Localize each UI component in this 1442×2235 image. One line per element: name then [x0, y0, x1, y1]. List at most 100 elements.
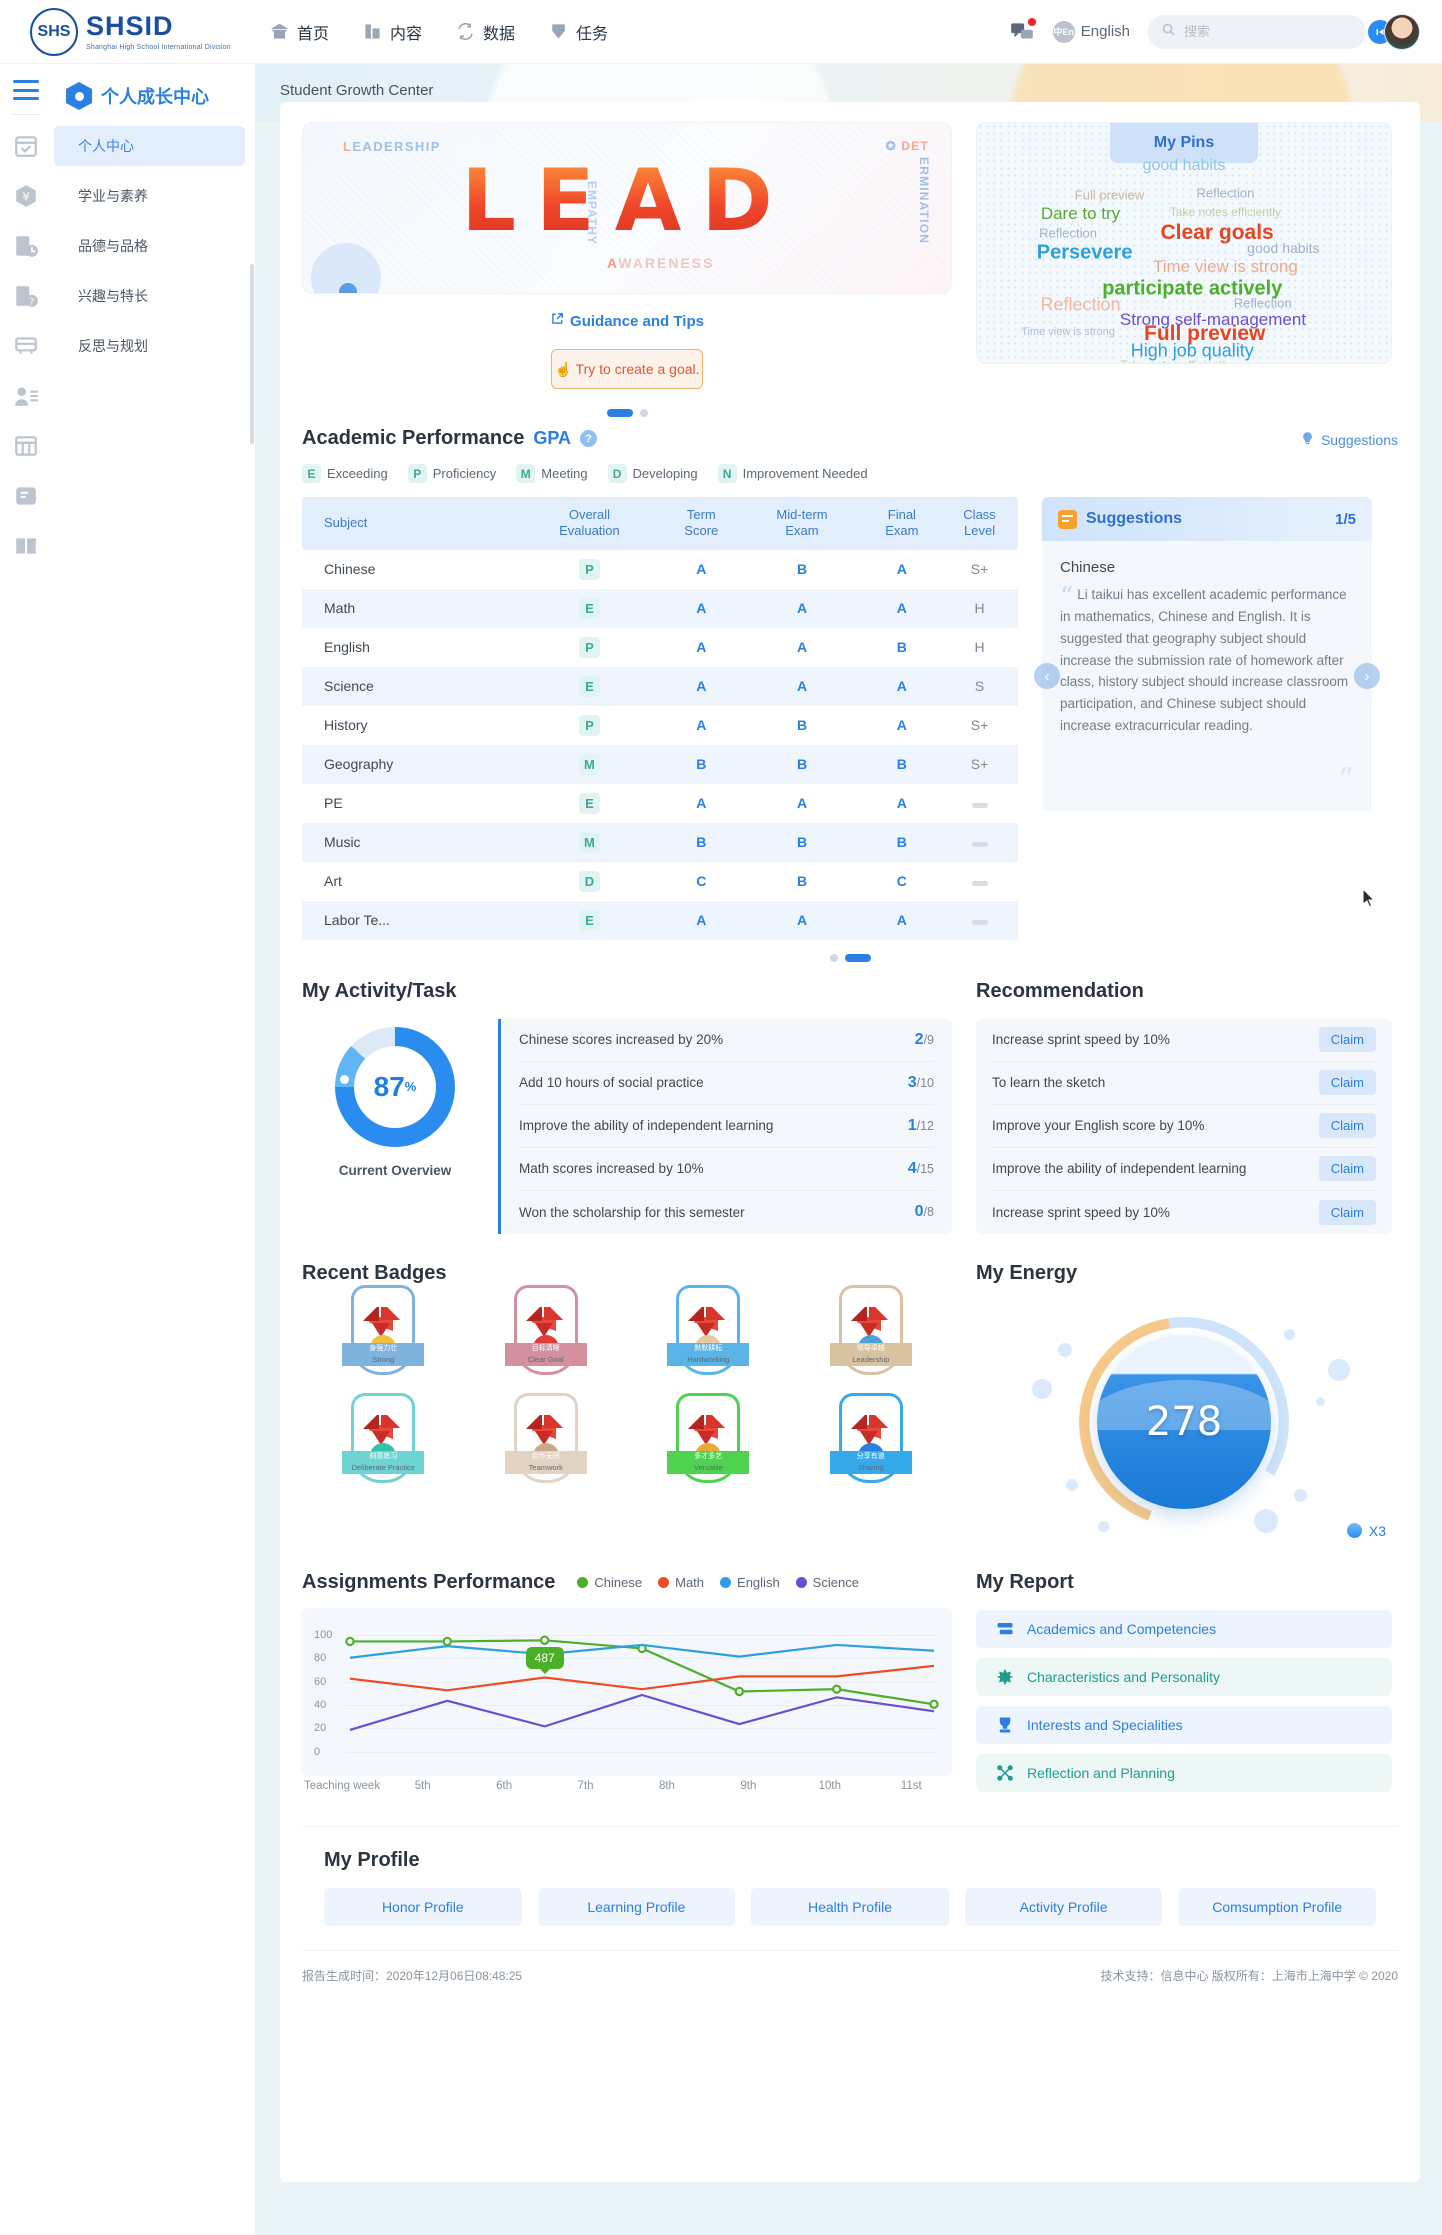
col-subject[interactable]: Subject: [302, 497, 518, 550]
nav-item-home[interactable]: 首页: [270, 20, 329, 44]
message-icon[interactable]: [1009, 17, 1036, 45]
task-row[interactable]: Math scores increased by 10% 4/15: [519, 1148, 934, 1191]
table-row[interactable]: Labor Te... E A A A: [302, 900, 1018, 940]
pin-word[interactable]: Reflection: [1234, 296, 1292, 311]
brand-logo[interactable]: SHS SHSID Shanghai High School Internati…: [30, 7, 260, 56]
nav-item-data[interactable]: 数据: [456, 20, 515, 44]
profile-button[interactable]: Activity Profile: [964, 1887, 1163, 1926]
table-row[interactable]: Chinese P A B A S+: [302, 550, 1018, 589]
table-row[interactable]: Math E A A A H: [302, 588, 1018, 628]
pin-word[interactable]: Time view is strong: [1021, 326, 1115, 338]
edit-doc-icon[interactable]: [11, 481, 41, 511]
badge-item[interactable]: 默默耕耘 Hardworking: [627, 1284, 790, 1399]
claim-button[interactable]: Claim: [1318, 1070, 1376, 1095]
sidebar-item-interests[interactable]: 兴趣与特长: [54, 276, 245, 316]
chart-legend-item[interactable]: Science: [795, 1575, 859, 1590]
table-icon[interactable]: [11, 431, 41, 461]
report-time-icon[interactable]: [11, 231, 41, 261]
suggestions-link[interactable]: Suggestions: [1300, 431, 1398, 449]
lead-banner[interactable]: LEADERSHIP ✪ DET ERMINATION EMPATHY LEAD…: [302, 122, 952, 294]
table-row[interactable]: English P A A B H: [302, 628, 1018, 667]
sidebar-item-personal-center[interactable]: 个人中心: [54, 126, 245, 166]
report-item-reflection[interactable]: Reflection and Planning: [976, 1753, 1392, 1792]
chart-data-point[interactable]: [929, 1699, 939, 1709]
question-icon[interactable]: ?: [580, 430, 597, 447]
chart-data-point[interactable]: [734, 1686, 745, 1696]
chart-legend-item[interactable]: Chinese: [577, 1575, 642, 1590]
claim-button[interactable]: Claim: [1318, 1199, 1376, 1225]
finance-icon[interactable]: ¥: [11, 181, 41, 211]
table-row[interactable]: Science E A A A S: [302, 666, 1018, 706]
badge-item[interactable]: 身强力壮 Strong: [302, 1284, 465, 1399]
user-list-icon[interactable]: [11, 381, 41, 411]
task-row[interactable]: Add 10 hours of social practice 3/10: [519, 1062, 934, 1105]
search-input[interactable]: [1184, 24, 1360, 39]
pin-word[interactable]: Reflection: [1039, 226, 1097, 241]
sidebar-item-academics[interactable]: 学业与素养: [54, 176, 245, 216]
suggestion-next-button[interactable]: ›: [1354, 663, 1380, 689]
col-overall[interactable]: Overall Evaluation: [517, 497, 662, 550]
pin-word[interactable]: Take notes efficiently: [1120, 358, 1231, 363]
assignments-line-chart[interactable]: 100 80 60 40 20 0 487: [302, 1607, 952, 1776]
calendar-check-icon[interactable]: [11, 131, 41, 161]
create-goal-button[interactable]: ☝ Try to create a goal.: [551, 349, 703, 389]
profile-button[interactable]: Comsumption Profile: [1178, 1887, 1376, 1926]
task-row[interactable]: Won the scholarship for this semester 0/8: [519, 1191, 934, 1234]
profile-button[interactable]: Learning Profile: [537, 1887, 736, 1926]
report-item-characteristics[interactable]: Characteristics and Personality: [976, 1657, 1392, 1696]
pin-word[interactable]: Take notes efficiently: [1170, 205, 1281, 219]
chart-legend-item[interactable]: English: [720, 1575, 780, 1590]
pin-word[interactable]: Reflection: [1196, 185, 1254, 200]
nav-item-content[interactable]: 内容: [363, 20, 422, 44]
badge-item[interactable]: 刻意练习 Deliberate Practice: [302, 1392, 465, 1507]
hero-dot-2[interactable]: [639, 409, 648, 417]
pin-word[interactable]: Dare to try: [1041, 204, 1120, 224]
badge-item[interactable]: 合作无间 Teamwork: [465, 1392, 628, 1507]
suggestion-prev-button[interactable]: ‹: [1034, 663, 1060, 689]
chart-data-point[interactable]: [442, 1636, 453, 1646]
sidebar-item-character[interactable]: 品德与品格: [54, 226, 245, 266]
bus-icon[interactable]: [11, 331, 41, 361]
chart-data-point[interactable]: [831, 1683, 842, 1694]
col-mid[interactable]: Mid-term Exam: [741, 497, 863, 550]
chart-data-point[interactable]: [345, 1636, 355, 1646]
guidance-and-tips-link[interactable]: Guidance and Tips: [550, 313, 704, 330]
task-row[interactable]: Chinese scores increased by 20% 2/9: [519, 1019, 934, 1062]
sidebar-item-reflection[interactable]: 反思与规划: [54, 326, 245, 366]
academic-dot-1[interactable]: [829, 953, 838, 962]
chart-legend-item[interactable]: Math: [658, 1575, 704, 1590]
academic-dot-2[interactable]: [844, 953, 871, 962]
table-row[interactable]: Art D C B C: [302, 862, 1018, 901]
pin-word[interactable]: good habits: [1247, 240, 1319, 256]
nav-item-task[interactable]: 任务: [549, 20, 608, 44]
chart-data-point[interactable]: [539, 1635, 550, 1645]
report-help-icon[interactable]: ?: [11, 281, 41, 311]
col-term[interactable]: Term Score: [661, 497, 742, 550]
hamburger-icon[interactable]: [13, 80, 39, 100]
task-row[interactable]: Improve the ability of independent learn…: [519, 1105, 934, 1148]
table-row[interactable]: Music M B B B: [302, 822, 1018, 862]
sidebar-scrollbar[interactable]: [250, 264, 254, 444]
energy-ball[interactable]: 278: [1097, 1334, 1271, 1509]
table-row[interactable]: History P A B A S+: [302, 706, 1018, 745]
pin-word[interactable]: good habits: [1143, 157, 1226, 175]
profile-button[interactable]: Health Profile: [751, 1887, 949, 1926]
report-item-academics[interactable]: Academics and Competencies: [976, 1609, 1392, 1648]
pin-word[interactable]: Full preview: [1075, 188, 1144, 203]
hero-dot-1[interactable]: [606, 409, 633, 417]
badge-item[interactable]: 目标清晰 Clear Goal: [465, 1284, 628, 1399]
table-row[interactable]: PE E A A A: [302, 784, 1018, 823]
col-final[interactable]: Final Exam: [862, 497, 942, 550]
profile-button[interactable]: Honor Profile: [324, 1887, 522, 1926]
badge-item[interactable]: 领导卓越 Leadership: [790, 1284, 953, 1399]
claim-button[interactable]: Claim: [1318, 1113, 1376, 1138]
col-class-level[interactable]: Class Level: [941, 497, 1018, 550]
claim-button[interactable]: Claim: [1318, 1156, 1376, 1181]
search-box[interactable]: [1148, 14, 1392, 49]
report-item-interests[interactable]: Interests and Specialities: [976, 1705, 1392, 1744]
language-switcher[interactable]: 中En English: [1052, 20, 1130, 43]
avatar[interactable]: [1384, 13, 1420, 50]
pin-word[interactable]: Time view is strong: [1153, 257, 1298, 277]
badge-item[interactable]: 多才多艺 Versatile: [627, 1392, 790, 1507]
claim-button[interactable]: Claim: [1318, 1027, 1376, 1052]
